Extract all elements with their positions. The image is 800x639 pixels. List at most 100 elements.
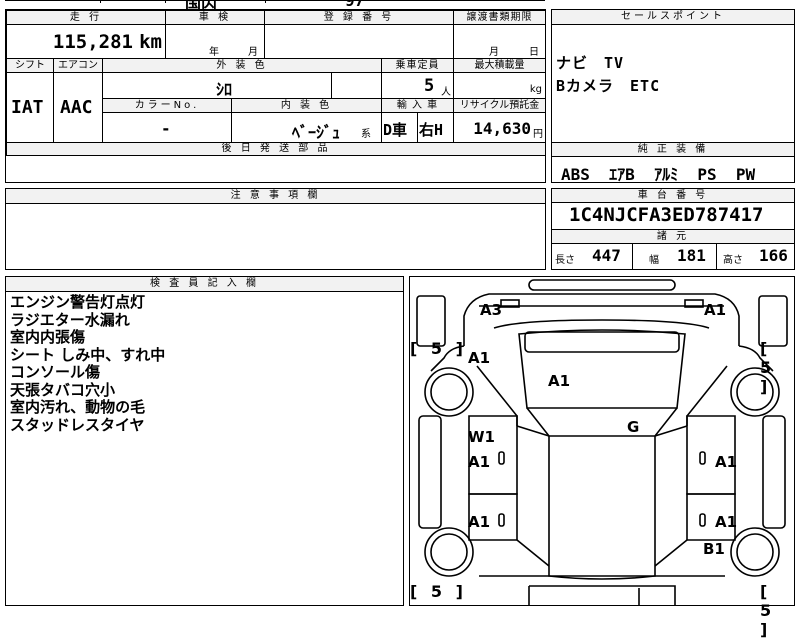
capacity-header: 乗車定員 [381,58,454,73]
steering-value: 右H [419,121,444,139]
later-parts-cell [5,155,546,183]
inspector-note: 室内汚れ、動物の毛 [10,398,146,416]
shaken-month-unit: 月 [248,47,258,58]
shaken-cell: 年 月 [165,24,265,59]
aircon-value: AAC [60,97,93,118]
mark-front-left-corner: A3 [480,301,503,319]
import-type-cell: D車 [381,112,418,143]
recycle-value: 14,630 [473,119,531,138]
sales-point-header: セールスポイント [551,9,795,25]
interior-color-value: ﾍﾞｰｼﾞｭ [292,123,341,142]
transfer-deadline-header: 譲渡書類期限 [453,10,546,25]
car-diagram-box: A3 A1 A1 A1 W1 G A1 A1 A1 A1 B1 [ 5 ] [ … [409,276,795,639]
capacity-cell: 5 人 [381,72,454,99]
standard-equipment-box: 純 正 装 備 ABS ｴｱB ｱﾙﾐ PS PW [551,142,795,184]
height-value: 166 [759,246,788,265]
tire-depth-rear-right: [ 5 ] [760,582,776,639]
mark-front-door-left: A1 [468,453,491,471]
width-value: 181 [677,246,706,265]
mark-front-door-right: A1 [715,453,738,471]
mileage-unit: km [139,31,162,53]
tire-depth-rear-left: [ 5 ] [410,582,467,601]
car-outline [416,279,788,606]
mark-rear-door-left: A1 [468,513,491,531]
interior-color-suffix: 系 [361,129,371,140]
inspector-note: スタッドレスタイヤ [10,415,145,434]
chassis-header: 車 台 番 号 [551,188,795,203]
inspector-note: シート しみ中、すれ中 [10,345,166,364]
import-type-value: D車 [383,121,408,139]
mark-windshield: W1 [468,428,495,446]
chassis-box: 車 台 番 号 1C4NJCFA3ED787417 [551,188,795,230]
dimensions-box: 諸 元 長さ 447 幅 181 高さ 166 [551,229,795,270]
transfer-day-unit: 日 [529,47,539,58]
exterior-color-header: 外 装 色 [102,58,382,73]
steering-cell: 右H [417,112,454,143]
exterior-color-cell: ｼﾛ [102,72,332,99]
aircon-cell: AAC [53,72,103,143]
chassis-value: 1C4NJCFA3ED787417 [569,204,764,226]
recycle-unit: 円 [533,129,543,140]
standard-equipment-value: ABS ｴｱB ｱﾙﾐ PS PW [561,165,756,184]
inspector-note: 天張タバコ穴小 [10,380,116,399]
color-no-value: - [161,119,171,138]
width-cell: 幅 181 [632,243,717,270]
mileage-value: 115,281 [52,31,133,53]
shift-value: IAT [11,97,44,118]
tire-depth-front-left: [ 5 ] [410,339,467,358]
registration-cell [264,24,454,59]
vehicle-info-table: 走 行 車 検 登 録 番 号 譲渡書類期限 115,281 km 年 月 月 … [5,9,546,156]
standard-equipment-header: 純 正 装 備 [551,142,795,157]
mileage-cell: 115,281 km [6,24,166,59]
capacity-unit: 人 [441,87,451,98]
color-no-cell: - [102,112,232,143]
mark-rear-door-right: A1 [715,513,738,531]
shaken-year-unit: 年 [209,47,219,58]
inspector-notes-box: 検 査 員 記 入 欄 エンジン警告灯点灯 ラジエター水漏れ 室内内張傷 シート… [5,276,404,606]
interior-color-cell: ﾍﾞｰｼﾞｭ 系 [231,112,382,143]
mark-rear-right-fender: B1 [703,540,725,558]
caution-header: 注 意 事 項 欄 [5,188,546,204]
exterior-color-extra [331,72,382,99]
mark-hood-center: A1 [548,372,571,390]
inspector-note: 室内内張傷 [10,328,86,346]
interior-color-header: 内 装 色 [231,98,382,113]
max-load-cell: kg [453,72,546,99]
shift-header: シフト [6,58,54,73]
inspector-notes-list: エンジン警告灯点灯 ラジエター水漏れ 室内内張傷 シート しみ中、すれ中 コンソ… [10,293,166,434]
color-no-header: カラーNo. [102,98,232,113]
height-cell: 高さ 166 [716,243,795,270]
sales-point-line-2: Bカメラ ETC [556,77,661,95]
transfer-month-unit: 月 [489,47,499,58]
shift-cell: IAT [6,72,54,143]
dimensions-header: 諸 元 [551,229,795,244]
sales-point-box: セールスポイント ナビ TV Bカメラ ETC [551,9,795,143]
inspector-note: エンジン警告灯点灯 [10,293,146,311]
aircon-header: エアコン [53,58,103,73]
import-header: 輸 入 車 [381,98,454,113]
length-value: 447 [592,246,621,265]
mileage-header: 走 行 [6,10,166,25]
width-label: 幅 [649,255,659,266]
shaken-header: 車 検 [165,10,265,25]
height-label: 高さ [723,255,743,266]
capacity-value: 5 [424,76,435,96]
recycle-header: リサイクル預託金 [453,98,546,113]
tire-depth-front-right: [ 5 ] [760,339,776,396]
inspector-note: コンソール傷 [10,363,101,381]
inspector-note: ラジエター水漏れ [10,310,130,329]
mark-front-right-corner: A1 [704,301,727,319]
caution-box: 注 意 事 項 欄 [5,188,546,270]
transfer-deadline-cell: 月 日 [453,24,546,59]
later-parts-header: 後 日 発 送 部 品 [6,142,546,156]
mark-roof: G [627,418,640,436]
max-load-header: 最大積載量 [453,58,546,73]
recycle-cell: 14,630 円 [453,112,546,143]
length-cell: 長さ 447 [551,243,633,270]
sales-point-line-1: ナビ TV [556,54,625,72]
exterior-color-value: ｼﾛ [216,80,233,99]
registration-header: 登 録 番 号 [264,10,454,25]
max-load-unit: kg [529,84,542,95]
inspector-notes-header: 検 査 員 記 入 欄 [5,276,404,292]
length-label: 長さ [555,255,575,266]
